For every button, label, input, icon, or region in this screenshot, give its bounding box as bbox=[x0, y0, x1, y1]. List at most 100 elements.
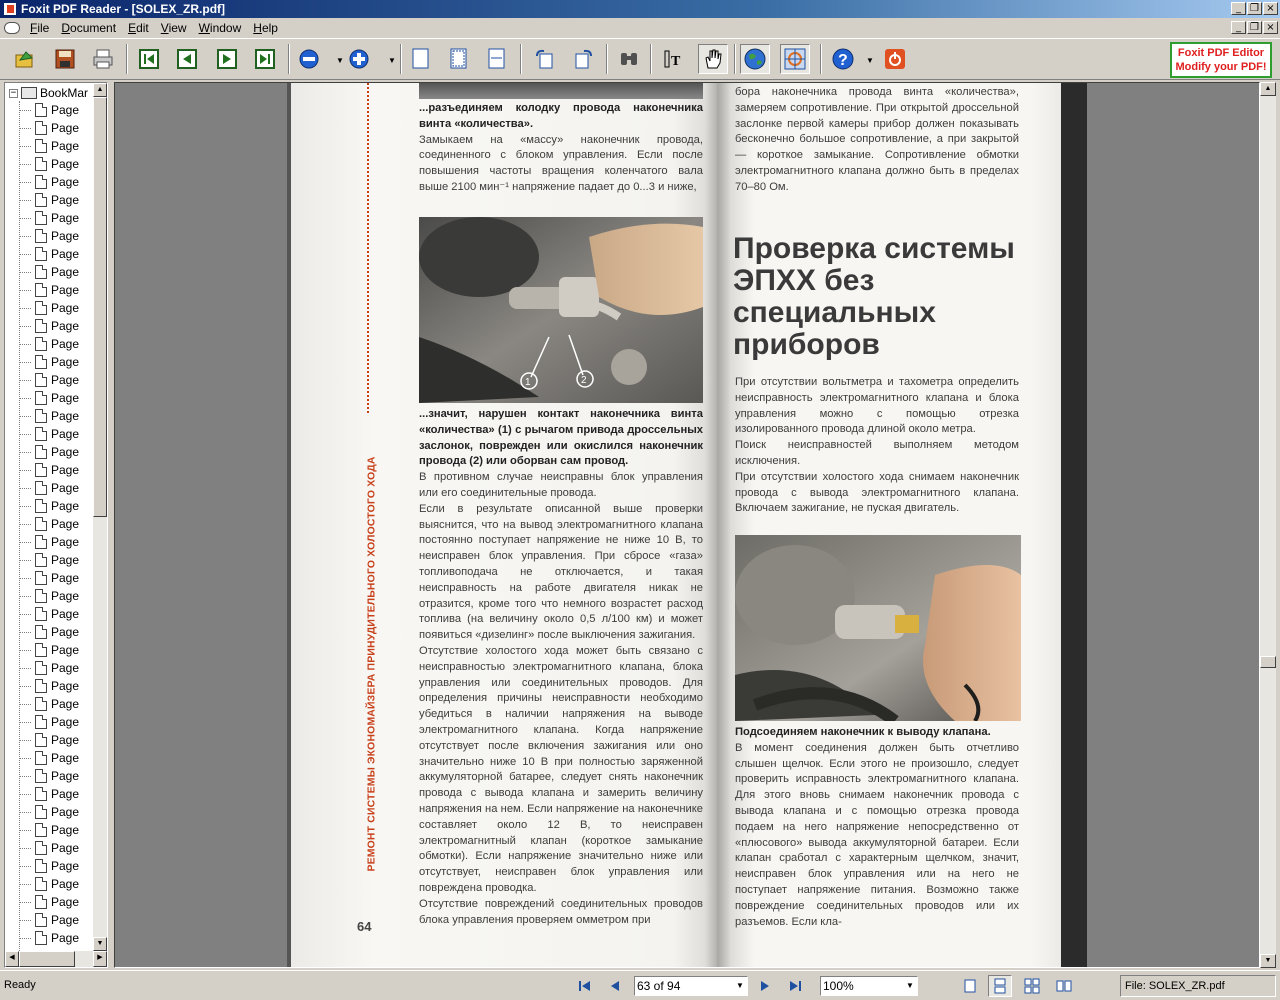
scroll-up-icon[interactable]: ▲ bbox=[93, 83, 107, 97]
bookmark-page-item[interactable]: Page bbox=[18, 533, 79, 551]
page-number-field[interactable]: 63 of 94 ▼ bbox=[634, 976, 748, 996]
doc-scroll-thumb[interactable] bbox=[1260, 656, 1276, 668]
zoom-in-dropdown-icon[interactable]: ▼ bbox=[388, 56, 396, 65]
bookmark-page-item[interactable]: Page bbox=[18, 209, 79, 227]
bookmark-page-item[interactable]: Page bbox=[18, 353, 79, 371]
bookmark-page-item[interactable]: Page bbox=[18, 785, 79, 803]
bookmark-page-item[interactable]: Page bbox=[18, 749, 79, 767]
bookmark-page-item[interactable]: Page bbox=[18, 479, 79, 497]
continuous-layout-icon[interactable] bbox=[988, 975, 1012, 997]
bookmark-page-item[interactable]: Page bbox=[18, 497, 79, 515]
next-page-icon[interactable] bbox=[212, 44, 242, 74]
minimize-button[interactable]: _ bbox=[1231, 2, 1246, 15]
bookmark-page-item[interactable]: Page bbox=[18, 173, 79, 191]
actual-size-icon[interactable] bbox=[406, 44, 436, 74]
bookmark-page-item[interactable]: Page bbox=[18, 857, 79, 875]
previous-page-icon[interactable] bbox=[172, 44, 202, 74]
bookmark-page-item[interactable]: Page bbox=[18, 731, 79, 749]
bookmark-page-item[interactable]: Page bbox=[18, 101, 79, 119]
doc-close-button[interactable]: × bbox=[1263, 21, 1278, 34]
hand-tool-icon[interactable] bbox=[698, 44, 728, 74]
menu-file[interactable]: File bbox=[24, 21, 55, 35]
help-icon[interactable]: ? bbox=[828, 44, 858, 74]
bookmark-page-item[interactable]: Page bbox=[18, 425, 79, 443]
scroll-thumb[interactable] bbox=[93, 97, 107, 517]
bookmark-page-item[interactable]: Page bbox=[18, 155, 79, 173]
foxit-editor-ad[interactable]: Foxit PDF Editor Modify your PDF! bbox=[1170, 42, 1272, 78]
open-file-icon[interactable] bbox=[10, 44, 40, 74]
document-vertical-scrollbar[interactable]: ▲ ▼ bbox=[1260, 82, 1276, 968]
status-last-page-icon[interactable] bbox=[784, 975, 806, 997]
collapse-toggle-icon[interactable]: − bbox=[9, 88, 18, 98]
fit-width-icon[interactable] bbox=[482, 44, 512, 74]
bookmark-root[interactable]: − BookMar bbox=[9, 85, 88, 101]
fit-page-icon[interactable] bbox=[444, 44, 474, 74]
status-first-page-icon[interactable] bbox=[574, 975, 596, 997]
bookmark-page-item[interactable]: Page bbox=[18, 263, 79, 281]
find-binoculars-icon[interactable] bbox=[614, 44, 644, 74]
bookmark-page-item[interactable]: Page bbox=[18, 371, 79, 389]
bookmark-page-item[interactable]: Page bbox=[18, 803, 79, 821]
bookmark-page-item[interactable]: Page bbox=[18, 659, 79, 677]
bookmark-page-item[interactable]: Page bbox=[18, 821, 79, 839]
rotate-left-icon[interactable] bbox=[530, 44, 560, 74]
document-view[interactable]: РЕМОНТ СИСТЕМЫ ЭКОНОМАЙЗЕРА ПРИНУДИТЕЛЬН… bbox=[114, 82, 1260, 968]
menu-help[interactable]: Help bbox=[247, 21, 284, 35]
text-select-icon[interactable]: T bbox=[660, 44, 690, 74]
bookmark-page-item[interactable]: Page bbox=[18, 299, 79, 317]
snapshot-target-icon[interactable] bbox=[780, 44, 810, 74]
zoom-level-field[interactable]: 100% ▼ bbox=[820, 976, 918, 996]
bookmark-page-item[interactable]: Page bbox=[18, 695, 79, 713]
bookmark-page-item[interactable]: Page bbox=[18, 605, 79, 623]
doc-restore-button[interactable]: ❐ bbox=[1247, 21, 1262, 34]
bookmarks-horizontal-scrollbar[interactable]: ◀ ▶ bbox=[5, 951, 107, 967]
bookmark-page-item[interactable]: Page bbox=[18, 677, 79, 695]
status-prev-page-icon[interactable] bbox=[604, 975, 626, 997]
bookmark-page-item[interactable]: Page bbox=[18, 245, 79, 263]
scroll-left-icon[interactable]: ◀ bbox=[5, 951, 19, 967]
close-button[interactable]: × bbox=[1263, 2, 1278, 15]
bookmark-page-item[interactable]: Page bbox=[18, 623, 79, 641]
web-globe-icon[interactable] bbox=[740, 44, 770, 74]
zoom-in-icon[interactable] bbox=[344, 44, 374, 74]
status-next-page-icon[interactable] bbox=[754, 975, 776, 997]
bookmark-page-item[interactable]: Page bbox=[18, 137, 79, 155]
menu-edit[interactable]: Edit bbox=[122, 21, 155, 35]
bookmark-page-item[interactable]: Page bbox=[18, 767, 79, 785]
doc-scroll-down-icon[interactable]: ▼ bbox=[1260, 954, 1276, 968]
doc-scroll-up-icon[interactable]: ▲ bbox=[1260, 82, 1276, 96]
first-page-icon[interactable] bbox=[134, 44, 164, 74]
page-dropdown-icon[interactable]: ▼ bbox=[733, 977, 747, 995]
last-page-icon[interactable] bbox=[250, 44, 280, 74]
zoom-out-dropdown-icon[interactable]: ▼ bbox=[336, 56, 344, 65]
help-dropdown-icon[interactable]: ▼ bbox=[866, 56, 874, 65]
document-menu-icon[interactable] bbox=[4, 22, 20, 34]
bookmark-page-item[interactable]: Page bbox=[18, 515, 79, 533]
bookmark-page-item[interactable]: Page bbox=[18, 119, 79, 137]
exit-power-icon[interactable] bbox=[880, 44, 910, 74]
restore-button[interactable]: ❐ bbox=[1247, 2, 1262, 15]
scroll-down-icon[interactable]: ▼ bbox=[93, 937, 107, 951]
bookmark-page-item[interactable]: Page bbox=[18, 839, 79, 857]
save-icon[interactable] bbox=[50, 44, 80, 74]
rotate-right-icon[interactable] bbox=[568, 44, 598, 74]
bookmark-page-item[interactable]: Page bbox=[18, 587, 79, 605]
scroll-right-icon[interactable]: ▶ bbox=[93, 951, 107, 967]
facing-layout-icon[interactable] bbox=[1052, 975, 1076, 997]
bookmark-page-item[interactable]: Page bbox=[18, 641, 79, 659]
bookmark-page-item[interactable]: Page bbox=[18, 443, 79, 461]
bookmark-page-item[interactable]: Page bbox=[18, 389, 79, 407]
doc-minimize-button[interactable]: _ bbox=[1231, 21, 1246, 34]
bookmark-page-item[interactable]: Page bbox=[18, 911, 79, 929]
bookmark-page-item[interactable]: Page bbox=[18, 407, 79, 425]
bookmark-page-item[interactable]: Page bbox=[18, 875, 79, 893]
menu-window[interactable]: Window bbox=[193, 21, 248, 35]
bookmark-page-item[interactable]: Page bbox=[18, 281, 79, 299]
bookmark-page-item[interactable]: Page bbox=[18, 191, 79, 209]
zoom-out-icon[interactable] bbox=[294, 44, 324, 74]
bookmark-page-item[interactable]: Page bbox=[18, 569, 79, 587]
zoom-dropdown-icon[interactable]: ▼ bbox=[903, 977, 917, 995]
bookmark-page-item[interactable]: Page bbox=[18, 227, 79, 245]
bookmark-page-item[interactable]: Page bbox=[18, 461, 79, 479]
facing-continuous-layout-icon[interactable] bbox=[1020, 975, 1044, 997]
